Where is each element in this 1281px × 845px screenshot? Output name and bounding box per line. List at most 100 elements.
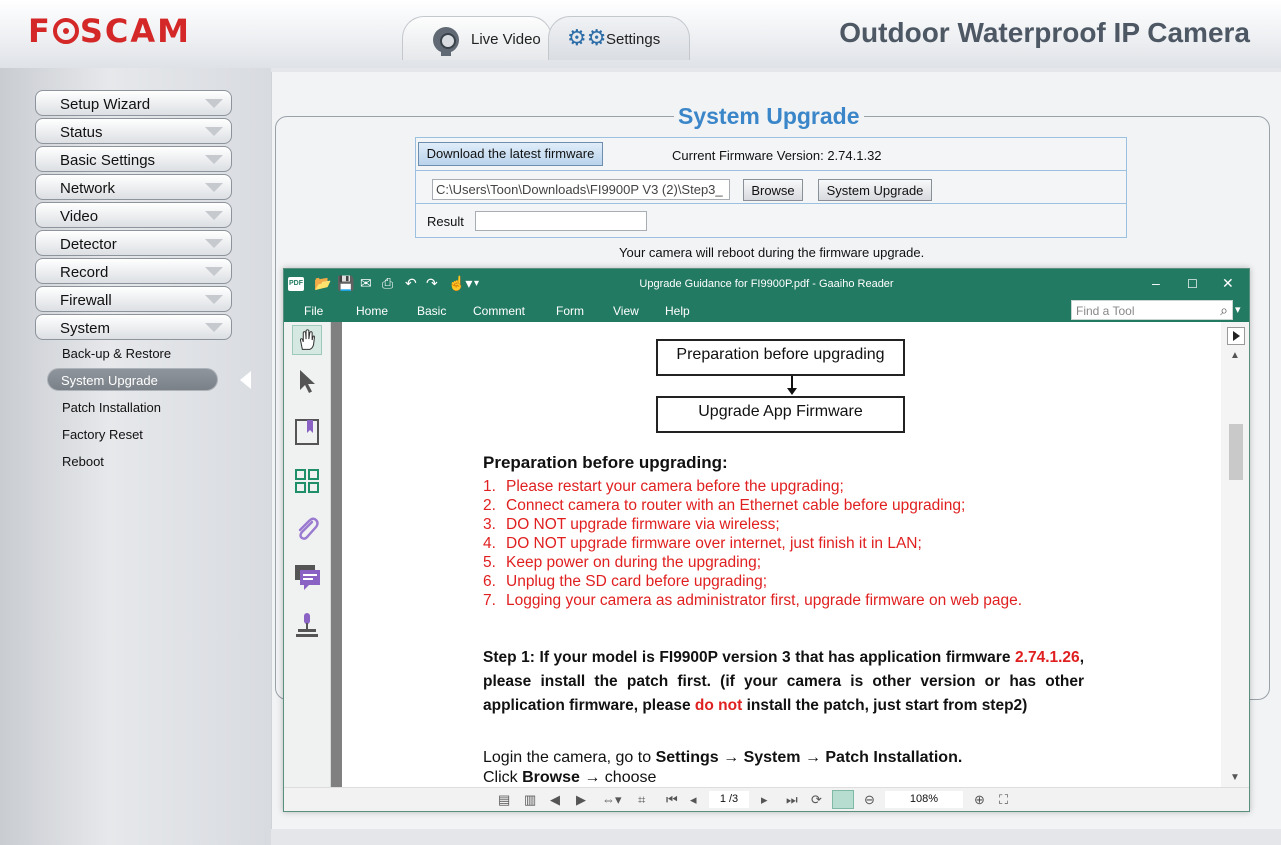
chevron-down-icon (205, 295, 223, 304)
login-path: Settings → System → Patch Installation. (655, 749, 963, 766)
next-view-icon[interactable]: ▶ (576, 792, 586, 808)
tab-settings-label: Settings (606, 31, 661, 48)
previous-view-icon[interactable]: ◀ (550, 792, 560, 808)
download-firmware-button[interactable]: Download the latest firmware (418, 142, 603, 166)
sidebar-item-video[interactable]: Video (35, 202, 232, 228)
scroll-up-icon[interactable]: ▲ (1230, 350, 1240, 361)
submenu-patch-installation[interactable]: Patch Installation (62, 400, 161, 415)
expand-panel-icon[interactable] (1227, 327, 1245, 345)
fullscreen-icon[interactable]: ⛶ (999, 792, 1008, 808)
menu-home[interactable]: Home (356, 304, 388, 318)
menu-comment[interactable]: Comment (473, 304, 525, 318)
sidebar-item-label: Setup Wizard (60, 96, 151, 113)
minimize-icon[interactable]: – (1152, 275, 1160, 291)
previous-page-icon[interactable]: ◂ (690, 792, 697, 808)
document-viewport[interactable]: Preparation before upgrading Upgrade App… (331, 322, 1221, 787)
sidebar-item-system[interactable]: System (35, 314, 232, 340)
crop-icon[interactable]: ⌗ (638, 792, 645, 808)
menu-basic[interactable]: Basic (417, 304, 446, 318)
result-field (475, 211, 647, 231)
tab-live-video[interactable]: Live Video (402, 16, 552, 60)
vertical-scrollbar[interactable]: ▲ ▼ (1221, 322, 1249, 787)
menu-view[interactable]: View (613, 304, 639, 318)
single-page-icon[interactable]: ▤ (498, 792, 510, 808)
flowchart-box-upgrade: Upgrade App Firmware (656, 396, 905, 433)
next-page-icon[interactable]: ▸ (761, 792, 768, 808)
app-header: F SCAM Live Video ⚙⚙ Settings Outdoor Wat… (0, 0, 1281, 68)
firmware-table: Download the latest firmware Current Fir… (415, 137, 1127, 238)
system-upgrade-button[interactable]: System Upgrade (818, 179, 932, 201)
zoom-out-icon[interactable]: ⊖ (864, 792, 875, 808)
two-page-icon[interactable]: ▥ (524, 792, 536, 808)
step-text: Please restart your camera before the up… (506, 478, 844, 495)
scroll-down-icon[interactable]: ▼ (1230, 772, 1240, 783)
last-page-icon[interactable]: ⏭ (786, 792, 798, 808)
stamp-icon[interactable] (292, 610, 322, 640)
submenu-system-upgrade[interactable]: System Upgrade (47, 368, 218, 391)
active-pointer-icon (240, 371, 251, 389)
preparation-heading: Preparation before upgrading: (483, 453, 728, 472)
sidebar-item-network[interactable]: Network (35, 174, 232, 200)
tab-live-video-label: Live Video (471, 31, 541, 48)
chevron-down-icon (205, 211, 223, 220)
fit-page-button[interactable] (832, 790, 854, 809)
browse-button[interactable]: Browse (743, 179, 803, 201)
submenu-backup-restore[interactable]: Back-up & Restore (62, 346, 171, 361)
hand-tool-icon[interactable] (292, 325, 322, 355)
comments-icon[interactable] (292, 562, 322, 592)
webcam-icon (433, 27, 459, 56)
first-page-icon[interactable]: ⏮ (666, 792, 678, 808)
chevron-down-icon (205, 239, 223, 248)
sidebar-item-setup-wizard[interactable]: Setup Wizard (35, 90, 232, 116)
find-tool-input[interactable]: Find a Tool ⌕ (1071, 300, 1233, 320)
menu-file[interactable]: File (304, 304, 323, 318)
reader-window-title: Upgrade Guidance for FI9900P.pdf - Gaaih… (639, 278, 894, 290)
reader-statusbar: ▤ ▥ ◀ ▶ ⇔▾ ⌗ ⏮ ◂ 1 /3 ▸ ⏭ ⟳ ⊖ 108% ⊕ ⛶ (284, 787, 1249, 811)
step-text: DO NOT upgrade firmware over internet, j… (506, 535, 922, 552)
list-item: 7. Logging your camera as administrator f… (483, 592, 1023, 609)
menu-help[interactable]: Help (665, 304, 690, 318)
find-tool-placeholder: Find a Tool (1076, 304, 1135, 318)
product-title: Outdoor Waterproof IP Camera (839, 17, 1250, 48)
step-text: Connect camera to router with an Etherne… (506, 497, 966, 514)
search-icon[interactable]: ⌕ (1220, 302, 1228, 319)
sidebar-item-label: Firewall (60, 292, 112, 309)
result-label: Result (427, 214, 464, 229)
chevron-down-icon (205, 155, 223, 164)
page-number-input[interactable]: 1 /3 (709, 791, 749, 808)
sidebar-item-record[interactable]: Record (35, 258, 232, 284)
sidebar-item-basic-settings[interactable]: Basic Settings (35, 146, 232, 172)
zoom-in-icon[interactable]: ⊕ (974, 792, 985, 808)
thumbnails-icon[interactable] (292, 466, 322, 496)
list-item: 5. Keep power on during the upgrading; (483, 554, 762, 571)
click-text-b: → choose (579, 769, 657, 786)
sidebar-item-label: Network (60, 180, 116, 197)
sidebar-item-firewall[interactable]: Firewall (35, 286, 232, 312)
attachment-icon[interactable] (292, 514, 322, 544)
menu-form[interactable]: Form (556, 304, 584, 318)
firmware-file-input[interactable]: C:\Users\Toon\Downloads\FI9900P V3 (2)\S… (432, 179, 730, 200)
zoom-level-input[interactable]: 108% (885, 791, 963, 808)
submenu-factory-reset[interactable]: Factory Reset (62, 427, 143, 442)
sidebar-item-label: System (60, 320, 111, 337)
select-arrow-icon[interactable] (292, 366, 322, 396)
tab-settings[interactable]: ⚙⚙ Settings (548, 16, 690, 60)
sidebar-item-detector[interactable]: Detector (35, 230, 232, 256)
sidebar-item-status[interactable]: Status (35, 118, 232, 144)
submenu-reboot[interactable]: Reboot (62, 454, 104, 469)
maximize-icon[interactable]: ☐ (1187, 277, 1198, 291)
close-icon[interactable]: ✕ (1222, 275, 1234, 292)
step-text: Logging your camera as administrator fir… (506, 592, 1023, 609)
fit-width-dropdown-icon[interactable]: ⇔▾ (602, 792, 622, 808)
scrollbar-thumb[interactable] (1229, 424, 1243, 480)
bookmark-icon[interactable] (292, 417, 322, 447)
sidebar: Setup Wizard Status Basic Settings Netwo… (0, 68, 271, 845)
click-text: Click (483, 769, 523, 786)
chevron-down-icon (205, 99, 223, 108)
gears-icon: ⚙⚙ (567, 25, 607, 50)
step1-text-c: install the patch, just start from step2… (742, 697, 1028, 714)
rotate-icon[interactable]: ⟳ (811, 792, 822, 808)
find-dropdown-icon[interactable]: ▾ (1235, 303, 1241, 316)
step1-do-not: do not (694, 697, 743, 714)
pdf-reader-window: PDF 📂 💾 ✉ ⎙ ↶ ↷ ☝▾ ▾ Upgrade Guidance fo… (283, 268, 1250, 812)
